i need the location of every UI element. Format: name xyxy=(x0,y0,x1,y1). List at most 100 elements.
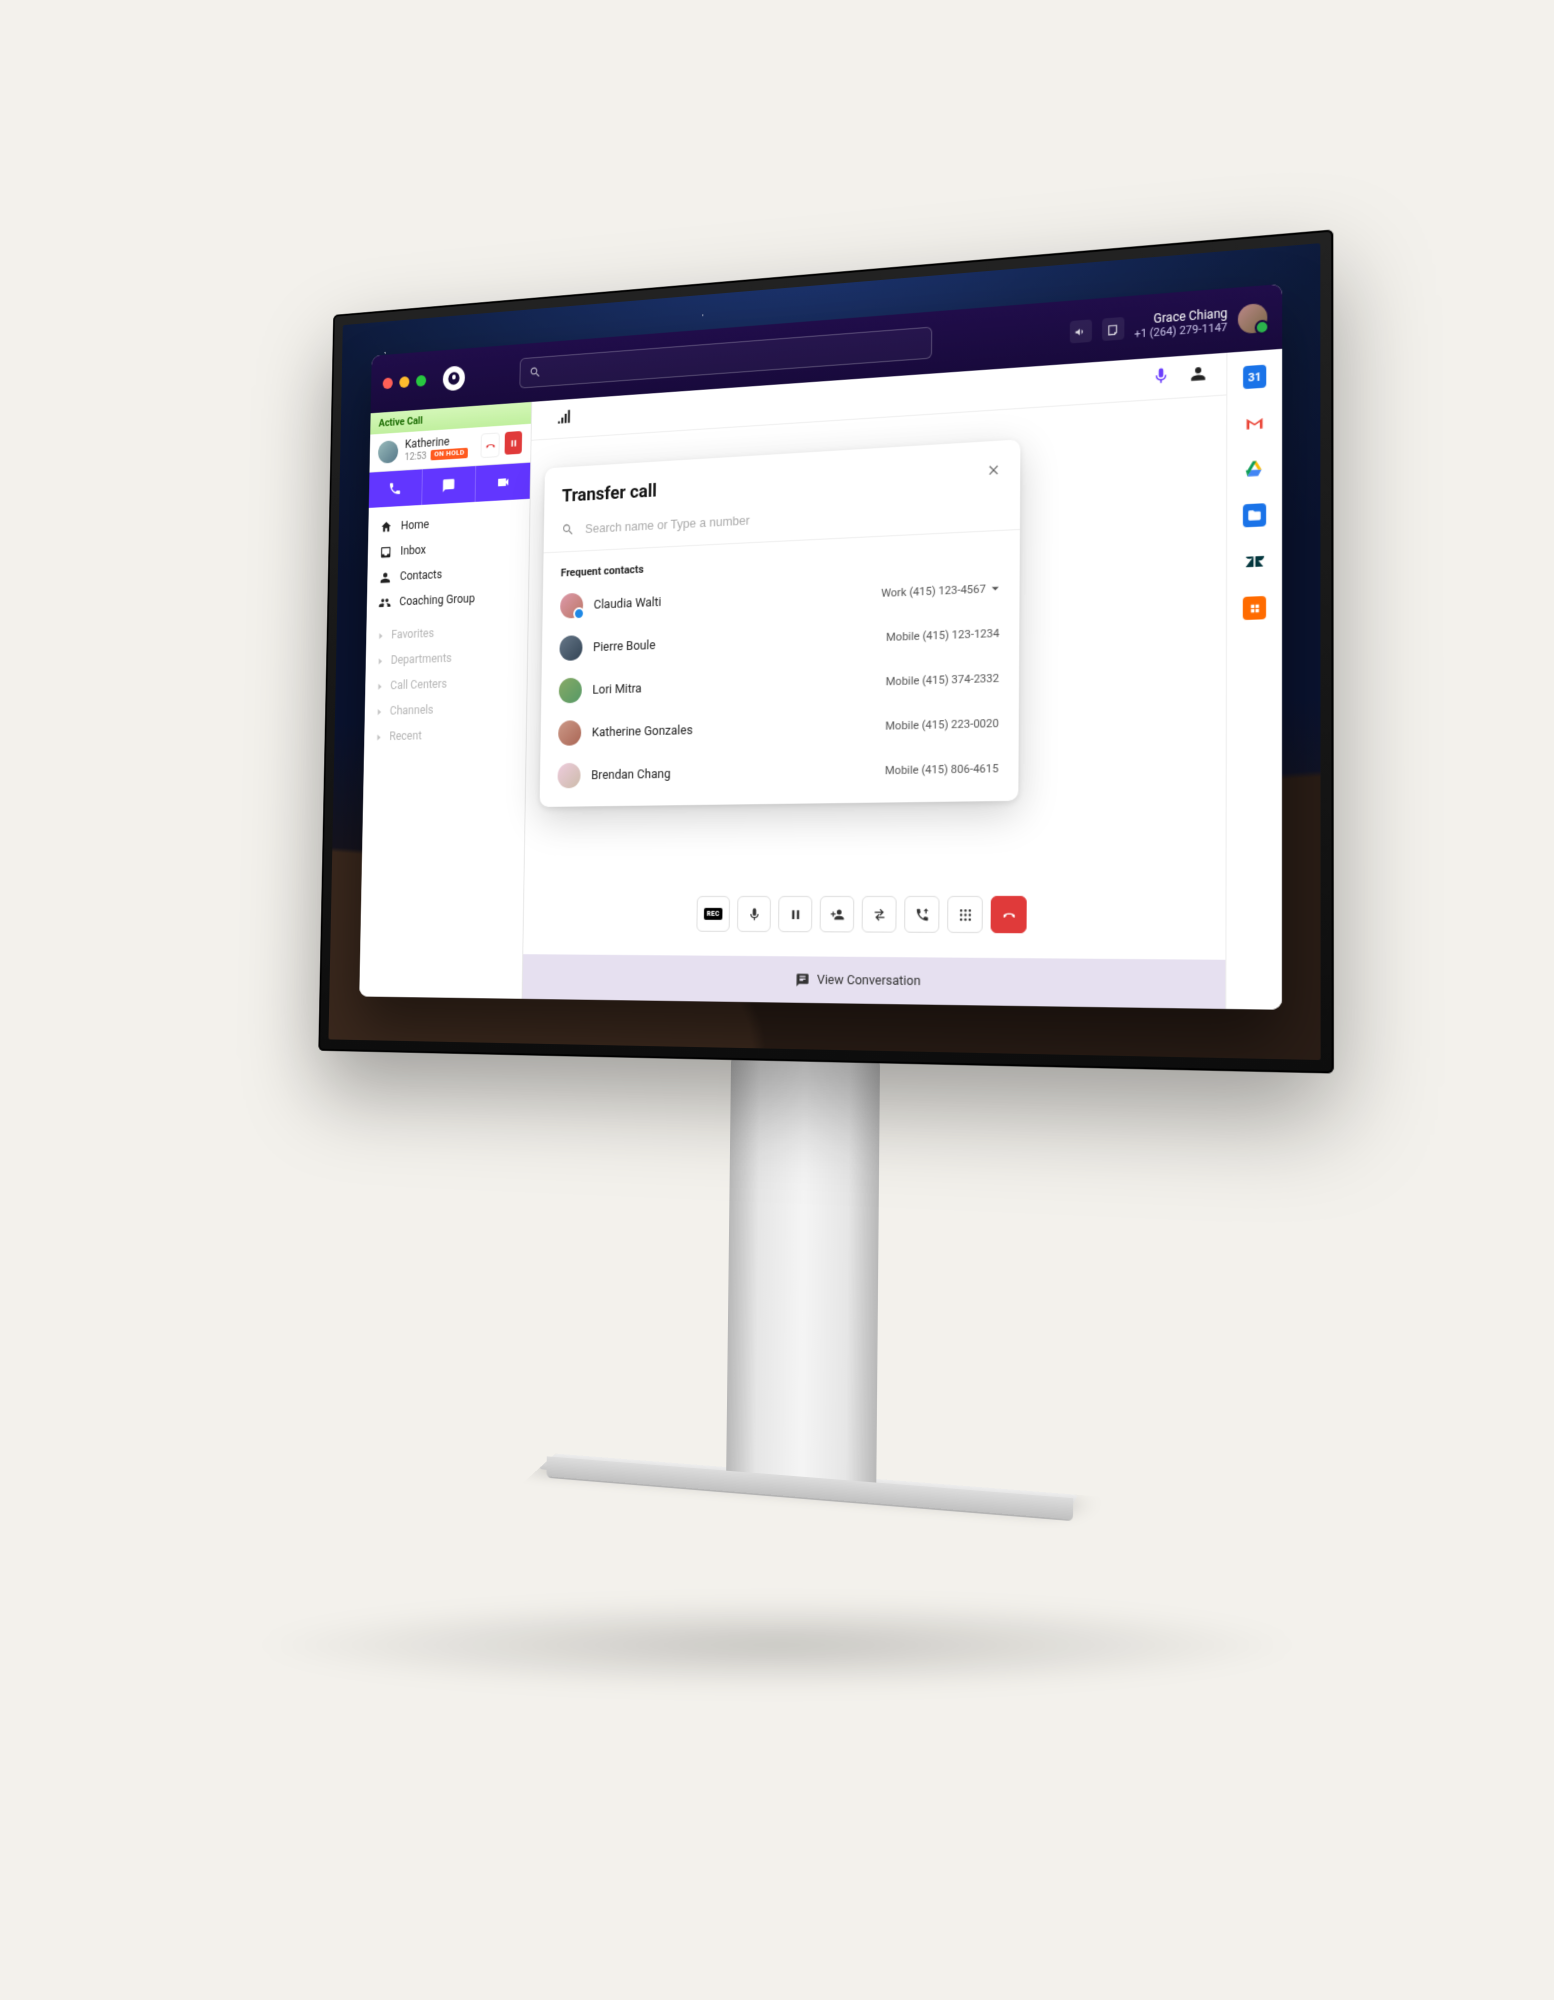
integrations-rail: 31 xyxy=(1225,349,1282,1010)
chevron-right-icon xyxy=(376,733,383,741)
account-button[interactable] xyxy=(1189,363,1208,387)
contact-list: Claudia Walti Work (415) 123-4567 Pierre B… xyxy=(540,565,1020,798)
contact-row[interactable]: Brendan Chang Mobile (415) 806-4615 xyxy=(540,745,1019,797)
drive-icon xyxy=(1244,458,1265,480)
caller-info: Katherine 12:53 ON HOLD xyxy=(405,434,475,462)
zendesk-integration[interactable] xyxy=(1243,550,1266,574)
app-body: Active Call Katherine 12:53 ON HOLD xyxy=(359,349,1282,1010)
rec-badge: REC xyxy=(704,908,723,920)
calendar-day: 31 xyxy=(1248,370,1261,384)
contact-name: Lori Mitra xyxy=(592,674,874,697)
record-button[interactable]: REC xyxy=(696,896,730,932)
user-phone: +1 (264) 279-1147 xyxy=(1134,321,1227,341)
window-close-dot[interactable] xyxy=(383,377,393,389)
gmail-integration[interactable] xyxy=(1243,411,1266,435)
monitor: Grace Chiang +1 (264) 279-1147 Active Ca… xyxy=(318,229,1334,1073)
chevron-right-icon xyxy=(377,682,384,690)
app-window: Grace Chiang +1 (264) 279-1147 Active Ca… xyxy=(359,284,1282,1010)
folder-icon xyxy=(1247,508,1262,523)
contact-phone-label: Mobile (415) 123-1234 xyxy=(886,626,999,644)
quick-video-button[interactable] xyxy=(475,463,530,502)
titlebar-right: Grace Chiang +1 (264) 279-1147 xyxy=(1069,285,1267,364)
pause-icon xyxy=(509,437,519,448)
inbox-icon xyxy=(379,545,392,560)
voice-assistant-button[interactable] xyxy=(1152,366,1171,390)
drive-integration[interactable] xyxy=(1243,457,1266,481)
calendar-integration[interactable]: 31 xyxy=(1243,365,1266,390)
section-label: Recent xyxy=(389,729,422,744)
video-icon xyxy=(496,474,510,490)
contact-phone[interactable]: Mobile (415) 123-1234 xyxy=(886,626,999,644)
nav-label: Contacts xyxy=(400,568,442,584)
park-button[interactable] xyxy=(904,896,939,933)
section-recent[interactable]: Recent xyxy=(364,721,526,750)
app-integration[interactable] xyxy=(1243,596,1266,620)
home-icon xyxy=(380,520,393,535)
mic-icon xyxy=(747,906,761,921)
dialpad-icon xyxy=(958,907,973,922)
chevron-down-icon xyxy=(991,583,1000,593)
phone-icon xyxy=(388,481,402,497)
desktop-screen: Grace Chiang +1 (264) 279-1147 Active Ca… xyxy=(328,243,1320,1060)
main-area: Transfer call Frequent contacts xyxy=(522,353,1226,1009)
contact-avatar xyxy=(559,678,582,704)
modal-title: Transfer call xyxy=(562,479,657,507)
section-label: Favorites xyxy=(391,626,434,642)
contact-phone[interactable]: Mobile (415) 806-4615 xyxy=(885,761,999,777)
notes-button[interactable] xyxy=(1102,317,1124,341)
dialpad-button[interactable] xyxy=(947,896,983,933)
chevron-right-icon xyxy=(377,657,384,665)
nav-label: Home xyxy=(401,518,429,534)
contact-name: Pierre Boule xyxy=(593,630,875,655)
transfer-modal: Transfer call Frequent contacts xyxy=(540,439,1021,807)
contact-name: Claudia Walti xyxy=(594,586,870,612)
end-call-button[interactable] xyxy=(991,896,1027,933)
hangup-mini-button[interactable] xyxy=(481,432,500,458)
note-icon xyxy=(1106,322,1119,336)
transfer-button[interactable] xyxy=(862,896,897,933)
contact-phone-label: Mobile (415) 223-0020 xyxy=(885,716,999,733)
hangup-icon xyxy=(1001,907,1016,923)
window-traffic-lights xyxy=(383,375,427,389)
close-icon xyxy=(987,461,1001,476)
user-avatar[interactable] xyxy=(1238,303,1267,334)
section-label: Call Centers xyxy=(390,677,447,693)
gmail-icon xyxy=(1244,412,1265,434)
zendesk-icon xyxy=(1244,551,1265,573)
section-channels[interactable]: Channels xyxy=(365,695,527,725)
hold-button[interactable] xyxy=(778,896,812,932)
contact-phone[interactable]: Mobile (415) 223-0020 xyxy=(885,716,999,733)
current-user[interactable]: Grace Chiang +1 (264) 279-1147 xyxy=(1134,307,1227,341)
person-icon xyxy=(379,570,392,585)
chevron-right-icon xyxy=(378,632,385,640)
quick-call-button[interactable] xyxy=(369,469,422,508)
call-canvas: Transfer call Frequent contacts xyxy=(522,395,1226,1008)
announce-button[interactable] xyxy=(1069,319,1091,343)
transfer-icon xyxy=(872,907,887,922)
contact-name: Brendan Chang xyxy=(591,763,873,783)
hold-mini-button[interactable] xyxy=(505,431,523,455)
window-zoom-dot[interactable] xyxy=(416,375,426,387)
contact-phone[interactable]: Mobile (415) 374-2332 xyxy=(886,671,1000,689)
section-label: Channels xyxy=(390,703,434,718)
add-participant-button[interactable] xyxy=(820,896,855,933)
logo-icon xyxy=(447,370,461,386)
monitor-stand-neck xyxy=(726,1058,880,1488)
modal-close-button[interactable] xyxy=(987,461,1001,480)
quick-message-button[interactable] xyxy=(421,466,476,505)
phone-forward-icon xyxy=(914,907,929,922)
nav-label: Inbox xyxy=(400,543,426,558)
view-conversation-label: View Conversation xyxy=(817,972,921,988)
call-timer: 12:53 xyxy=(405,450,427,462)
window-minimize-dot[interactable] xyxy=(399,376,409,388)
caller-avatar xyxy=(378,440,398,464)
group-icon xyxy=(378,595,391,610)
signal-icon xyxy=(556,408,572,430)
contact-phone-label: Mobile (415) 806-4615 xyxy=(885,761,999,777)
nav-label: Coaching Group xyxy=(399,592,475,609)
mute-button[interactable] xyxy=(737,896,771,932)
user-name: Grace Chiang xyxy=(1134,307,1227,328)
search-icon xyxy=(561,522,574,537)
on-hold-badge: ON HOLD xyxy=(431,448,468,461)
contact-phone[interactable]: Work (415) 123-4567 xyxy=(881,581,1000,600)
